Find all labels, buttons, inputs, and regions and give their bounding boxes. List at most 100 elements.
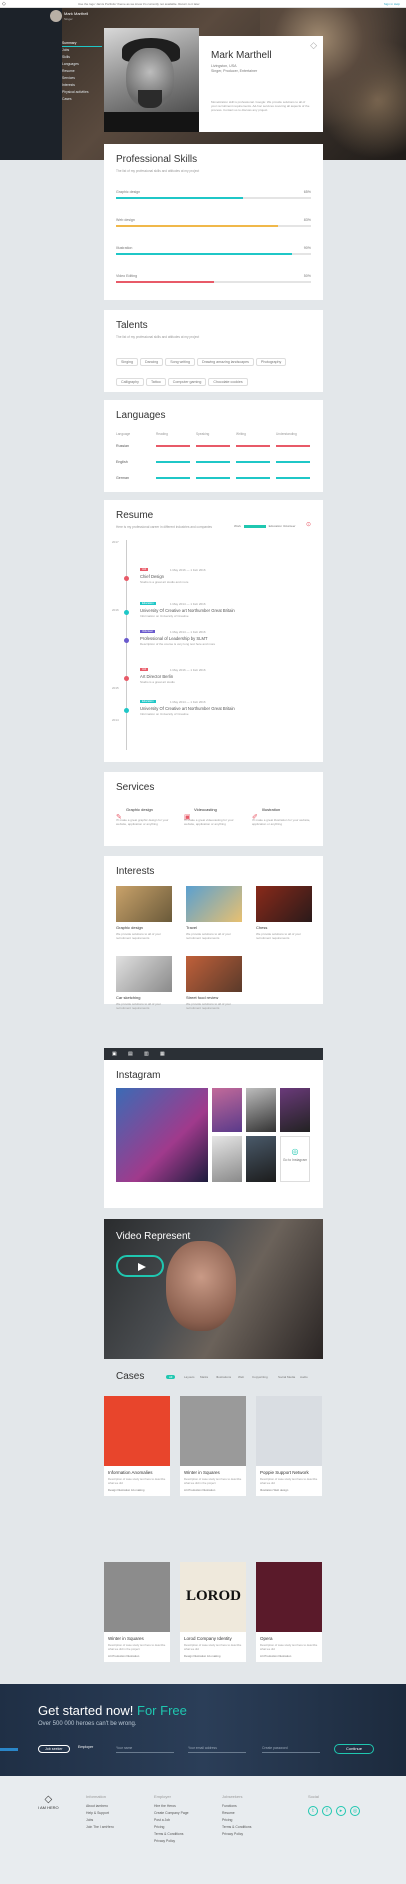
interest-item[interactable]: Street food review We provide solutions t… [186,956,242,1010]
interest-item[interactable]: Car sketching We provide solutions to all… [116,956,172,1010]
case-filter[interactable]: Copywriting [252,1375,268,1379]
nav-summary[interactable]: Summary [62,40,102,47]
footer-link[interactable]: Create Company Page [154,1811,189,1818]
footer-logo[interactable]: ◇ I AM HERO [38,1794,59,1810]
skills-title: Professional Skills [116,154,198,165]
name-input[interactable]: Your name [116,1745,174,1753]
case-filter[interactable]: Web [238,1375,244,1379]
footer-link[interactable]: Terms & Conditions [154,1832,189,1839]
password-input[interactable]: Create password [262,1745,320,1753]
case-filter[interactable]: Illustrations [216,1375,231,1379]
talent-tag[interactable]: Calligraphy [116,378,144,386]
talents-subtitle: The list of my professional skills and a… [116,335,200,339]
case-image[interactable] [104,1562,170,1632]
skill-track [116,253,311,255]
talent-tag[interactable]: Photography [255,358,287,366]
legend-education[interactable]: Education [269,524,282,528]
footer-link[interactable]: Privacy Policy [154,1839,189,1846]
footer-link[interactable]: Pricing [154,1825,189,1832]
instagram-photo-4[interactable] [280,1088,310,1132]
youtube-icon[interactable]: ▸ [336,1806,346,1816]
interest-item[interactable]: Chess We provide solutions to all of your… [256,886,312,940]
interest-image[interactable] [116,886,172,922]
legend-volunteer[interactable]: Volunteer [283,524,296,528]
instagram-photo-1[interactable] [116,1088,208,1182]
case-card[interactable]: Winter in Squares Description of case stu… [104,1562,170,1663]
go-instagram-tile[interactable]: ◎ Go to Instagram [280,1136,310,1182]
talent-tag[interactable]: Drawing amazing landscapes [196,358,254,366]
skill-percent: 90% [303,246,311,250]
talent-tag[interactable]: Singing [116,358,138,366]
case-filter[interactable]: Social Media [278,1375,295,1379]
case-card[interactable]: LOROD Lorod Company Identity Description o… [180,1562,246,1663]
instagram-icon[interactable]: ▣ [112,1051,117,1057]
interest-image[interactable] [116,956,172,992]
role-jobseeker[interactable]: Job seeker [38,1745,70,1753]
nav-skills[interactable]: Skills [62,54,102,61]
timeline-dot [124,610,129,615]
interest-image[interactable] [256,886,312,922]
footer-link[interactable]: Resume [222,1811,251,1818]
legend-work[interactable]: Work [234,524,241,528]
case-card[interactable]: Poppie Support Network Description of cas… [256,1396,322,1497]
email-input[interactable]: Your email address [188,1745,246,1753]
talent-tag[interactable]: Tattoo [145,378,166,386]
footer-link[interactable]: Pricing [222,1818,251,1825]
case-image[interactable] [256,1396,322,1466]
nav-cases[interactable]: Cases [62,96,102,103]
footer-link[interactable]: Post a Job [154,1818,189,1825]
interest-image[interactable] [186,956,242,992]
facebook-icon[interactable]: ▤ [128,1051,133,1057]
facebook-icon[interactable]: f [322,1806,332,1816]
case-image[interactable] [256,1562,322,1632]
play-button[interactable] [116,1255,164,1277]
nav-languages[interactable]: Languages [62,61,102,68]
case-card[interactable]: Winter in Squares Description of case stu… [180,1396,246,1497]
twitter-icon[interactable]: ▥ [144,1051,149,1057]
talent-tag[interactable]: Computer gaming [167,378,207,386]
footer-link[interactable]: Join The I amHero [86,1825,114,1832]
interest-item[interactable]: Travel We provide solutions to all of you… [186,886,242,940]
footer-link[interactable]: Privacy Policy [222,1832,251,1839]
footer-link[interactable]: Hire the Heros [154,1804,189,1811]
case-image[interactable] [180,1396,246,1466]
interest-item[interactable]: Graphic design We provide solutions to al… [116,886,172,940]
case-filter[interactable]: Marks [200,1375,208,1379]
language-level-bar [236,461,270,463]
nav-jobs[interactable]: Jobs [62,47,102,54]
footer-link[interactable]: Terms & Conditions [222,1825,251,1832]
nav-resume[interactable]: Resume [62,68,102,75]
nav-interests[interactable]: Interests [62,82,102,89]
avatar[interactable] [50,10,62,22]
case-filter[interactable]: Layouts [184,1375,195,1379]
talent-tag[interactable]: Dancing [140,358,164,366]
instagram-photo-3[interactable] [246,1088,276,1132]
case-card[interactable]: Opera Description of case study text here… [256,1562,322,1663]
talent-tag[interactable]: Song writing [165,358,195,366]
interest-image[interactable] [186,886,242,922]
footer-link[interactable]: Functions [222,1804,251,1811]
case-image[interactable] [104,1396,170,1466]
flickr-icon[interactable]: ▦ [160,1051,165,1057]
instagram-photo-6[interactable] [246,1136,276,1182]
case-image[interactable]: LOROD [180,1562,246,1632]
instagram-photo-2[interactable] [212,1088,242,1132]
logo-icon[interactable]: ◇ [2,1,6,7]
nav-services[interactable]: Services [62,75,102,82]
resume-date: 1 May 2014 — 1 Feb 2016 [170,630,206,634]
nav-physical[interactable]: Physical activities [62,89,102,96]
instagram-photo-5[interactable] [212,1136,242,1182]
case-filter[interactable]: Audio [300,1375,308,1379]
instagram-icon[interactable]: ◎ [350,1806,360,1816]
twitter-icon[interactable]: t [308,1806,318,1816]
case-filter[interactable]: All [166,1375,176,1379]
case-card[interactable]: Information Anomalies Description of case… [104,1396,170,1497]
footer-link[interactable]: Jobs [86,1818,114,1825]
talent-tag[interactable]: Chocolate cookies [208,378,248,386]
auth-links[interactable]: Sign in Help [384,2,400,6]
profile-mini[interactable]: Mark Marthell Singer [46,8,94,30]
footer-link[interactable]: Help & Support [86,1811,114,1818]
continue-button[interactable]: Continue [334,1744,374,1754]
role-employer[interactable]: Employer [78,1745,93,1749]
footer-link[interactable]: About iamhero [86,1804,114,1811]
